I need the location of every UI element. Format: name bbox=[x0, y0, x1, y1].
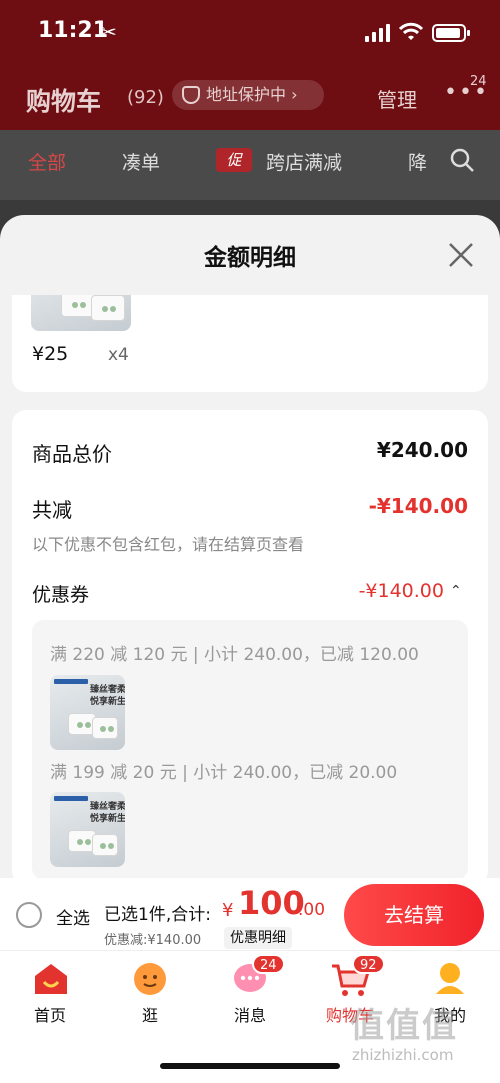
chevron-up-icon[interactable]: ⌃ bbox=[450, 583, 462, 599]
product-slogan: 臻丝奢柔 悦享新生 bbox=[90, 802, 125, 824]
cart-badge: 92 bbox=[352, 954, 385, 974]
reduce-label: 共减 bbox=[32, 498, 72, 522]
wifi-icon bbox=[398, 22, 424, 40]
item-card bbox=[12, 295, 488, 392]
scissor-icon: ✂ bbox=[100, 20, 117, 44]
promo-icon: 促 bbox=[216, 148, 252, 172]
total-amount-decimal: .00 bbox=[298, 900, 326, 920]
more-badge: 24 bbox=[470, 74, 487, 89]
status-time: 11:21 bbox=[38, 18, 109, 43]
discount-note: 以下优惠不包含红包，请在结算页查看 bbox=[32, 535, 305, 554]
shield-icon bbox=[182, 86, 200, 104]
reduce-value: -¥140.00 bbox=[368, 494, 468, 518]
tab-messages[interactable]: 消息 bbox=[210, 1002, 290, 1026]
checkout-button[interactable]: 去结算 bbox=[344, 884, 484, 946]
manage-button[interactable]: 管理 bbox=[377, 84, 417, 113]
discount-detail-button[interactable]: 优惠明细 bbox=[224, 927, 292, 949]
coupon-line: 满 199 减 20 元 | 小计 240.00，已减 20.00 bbox=[50, 763, 398, 783]
battery-icon bbox=[432, 24, 470, 42]
watermark-logo: 值值值 bbox=[350, 1006, 458, 1046]
total-amount: 100 bbox=[238, 884, 305, 922]
close-icon[interactable] bbox=[446, 240, 476, 270]
profile-icon[interactable] bbox=[432, 960, 468, 996]
total-value: ¥240.00 bbox=[376, 438, 468, 462]
select-all-checkbox[interactable] bbox=[16, 902, 42, 928]
message-badge: 24 bbox=[252, 954, 285, 974]
tab-price-drop[interactable]: 降 bbox=[408, 148, 427, 175]
home-indicator bbox=[160, 1063, 340, 1069]
tab-home[interactable]: 首页 bbox=[10, 1002, 90, 1026]
total-label: 商品总价 bbox=[32, 442, 112, 466]
tab-explore[interactable]: 逛 bbox=[110, 1002, 190, 1026]
discount-summary: 优惠减:¥140.00 bbox=[104, 933, 202, 948]
coupon-label: 优惠券 bbox=[32, 584, 90, 606]
explore-icon[interactable] bbox=[132, 960, 168, 996]
tab-cross-store[interactable]: 跨店满减 bbox=[266, 148, 342, 175]
coupon-line: 满 220 减 120 元 | 小计 240.00，已减 120.00 bbox=[50, 645, 419, 665]
selected-summary: 已选1件,合计: bbox=[104, 905, 211, 925]
item-quantity: x4 bbox=[108, 345, 129, 365]
product-thumbnail[interactable] bbox=[31, 295, 131, 331]
signal-icon bbox=[365, 24, 391, 42]
product-thumbnail[interactable]: 臻丝奢柔 悦享新生 bbox=[50, 792, 125, 867]
product-slogan: 臻丝奢柔 悦享新生 bbox=[90, 685, 125, 707]
cart-count: (92) bbox=[127, 87, 164, 108]
page-title: 购物车 bbox=[26, 87, 102, 116]
home-icon[interactable] bbox=[33, 962, 69, 996]
select-all-label[interactable]: 全选 bbox=[56, 904, 90, 929]
watermark-url: zhizhizhi.com bbox=[352, 1046, 454, 1064]
coupon-value[interactable]: -¥140.00 bbox=[359, 580, 444, 602]
currency-symbol: ¥ bbox=[222, 900, 234, 921]
sheet-title: 金额明细 bbox=[204, 245, 296, 271]
tab-all[interactable]: 全部 bbox=[28, 148, 66, 175]
search-icon[interactable] bbox=[450, 148, 474, 172]
product-thumbnail[interactable]: 臻丝奢柔 悦享新生 bbox=[50, 675, 125, 750]
item-price: ¥25 bbox=[32, 343, 69, 365]
tab-combine[interactable]: 凑单 bbox=[122, 148, 160, 175]
